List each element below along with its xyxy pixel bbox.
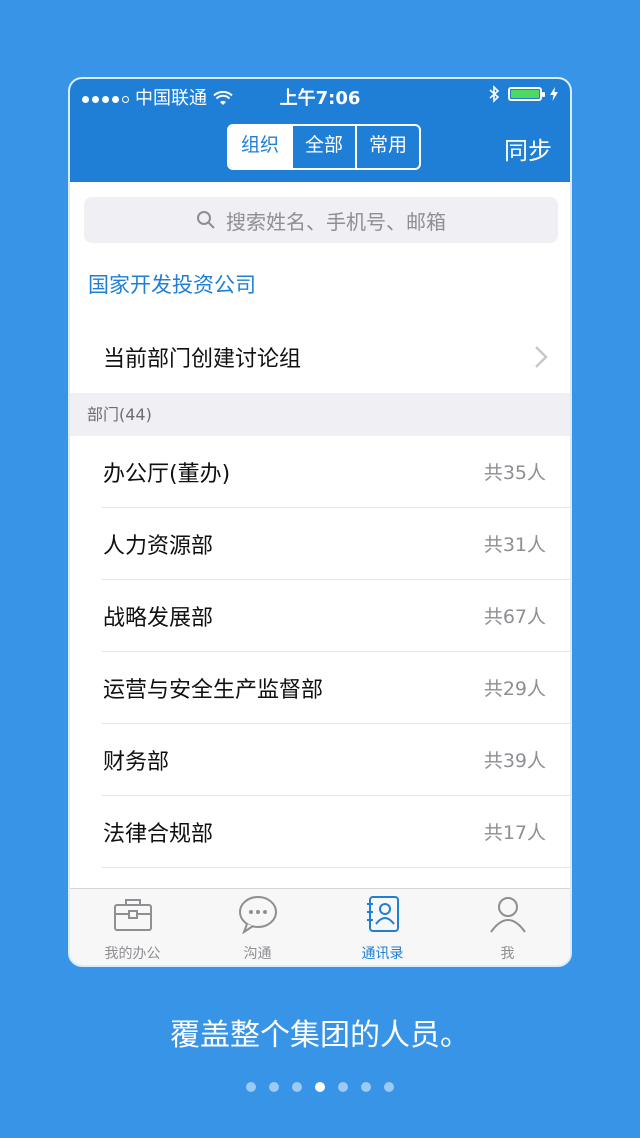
create-group-label: 当前部门创建讨论组 (103, 347, 302, 372)
list-item[interactable]: 战略发展部 共67人 (102, 579, 570, 651)
tab-my-office[interactable]: 我的办公 (70, 889, 195, 965)
department-name: 人力资源部 (103, 534, 214, 559)
contacts-book-icon (366, 896, 399, 932)
briefcase-icon (113, 899, 152, 931)
tab-me[interactable]: 我 (445, 889, 570, 965)
search-icon (197, 211, 215, 229)
page-dot[interactable] (361, 1082, 371, 1092)
sync-button[interactable]: 同步 (504, 131, 552, 166)
tab-label: 我的办公 (104, 946, 161, 962)
section-header-label: 部门(44) (87, 405, 152, 424)
phone-screen: 中国联通 上午7:06 组织 全部 常用 同步 搜索姓名、手机号、邮箱 国家开发… (68, 77, 572, 967)
department-list: 办公厅(董办) 共35人 人力资源部 共31人 战略发展部 共67人 运营与安全… (70, 436, 570, 868)
department-count: 共35人 (483, 462, 546, 484)
page-indicator[interactable] (0, 1082, 640, 1092)
department-count: 共31人 (483, 534, 546, 556)
search-input[interactable]: 搜索姓名、手机号、邮箱 (84, 197, 558, 243)
tab-all[interactable]: 全部 (291, 126, 355, 168)
department-name: 法律合规部 (103, 822, 214, 847)
battery-icon (508, 87, 545, 101)
department-count: 共39人 (483, 750, 546, 772)
tab-label: 我 (500, 946, 515, 962)
section-header: 部门(44) (70, 393, 570, 436)
tab-label: 沟通 (243, 946, 272, 962)
department-name: 办公厅(董办) (103, 462, 231, 487)
department-count: 共29人 (483, 678, 546, 700)
department-count: 共17人 (483, 822, 546, 844)
create-group-row[interactable]: 当前部门创建讨论组 (70, 327, 570, 389)
tab-bar: 我的办公 沟通 通讯录 我 (70, 888, 570, 965)
department-name: 财务部 (103, 750, 170, 775)
list-item[interactable]: 办公厅(董办) 共35人 (70, 436, 570, 507)
page-dot[interactable] (269, 1082, 279, 1092)
navigation-bar: 中国联通 上午7:06 组织 全部 常用 同步 (70, 79, 570, 182)
charging-bolt-icon (550, 87, 558, 101)
tab-contacts[interactable]: 通讯录 (320, 889, 445, 965)
status-bar: 中国联通 上午7:06 (70, 85, 570, 113)
search-placeholder: 搜索姓名、手机号、邮箱 (226, 209, 446, 234)
list-item[interactable]: 财务部 共39人 (102, 723, 570, 795)
tab-label: 通讯录 (361, 946, 404, 962)
status-right (488, 85, 558, 103)
person-icon (489, 897, 526, 933)
department-name: 战略发展部 (103, 606, 214, 631)
bluetooth-icon (489, 85, 500, 103)
page-dot[interactable] (292, 1082, 302, 1092)
department-count: 共67人 (483, 606, 546, 628)
tab-frequent[interactable]: 常用 (355, 126, 419, 168)
page-dot-active[interactable] (315, 1082, 325, 1092)
list-item[interactable]: 人力资源部 共31人 (102, 507, 570, 579)
list-item[interactable]: 运营与安全生产监督部 共29人 (102, 651, 570, 723)
page-dot[interactable] (338, 1082, 348, 1092)
tab-chat[interactable]: 沟通 (195, 889, 320, 965)
feature-caption: 覆盖整个集团的人员。 (170, 1018, 470, 1053)
segmented-control: 组织 全部 常用 (227, 124, 421, 170)
tab-organization[interactable]: 组织 (229, 126, 291, 168)
chevron-right-icon (535, 346, 548, 368)
department-name: 运营与安全生产监督部 (103, 678, 324, 703)
page-dot[interactable] (384, 1082, 394, 1092)
company-breadcrumb[interactable]: 国家开发投资公司 (88, 269, 256, 299)
page-dot[interactable] (246, 1082, 256, 1092)
list-item[interactable]: 法律合规部 共17人 (102, 795, 570, 868)
chat-bubble-icon (238, 896, 277, 934)
